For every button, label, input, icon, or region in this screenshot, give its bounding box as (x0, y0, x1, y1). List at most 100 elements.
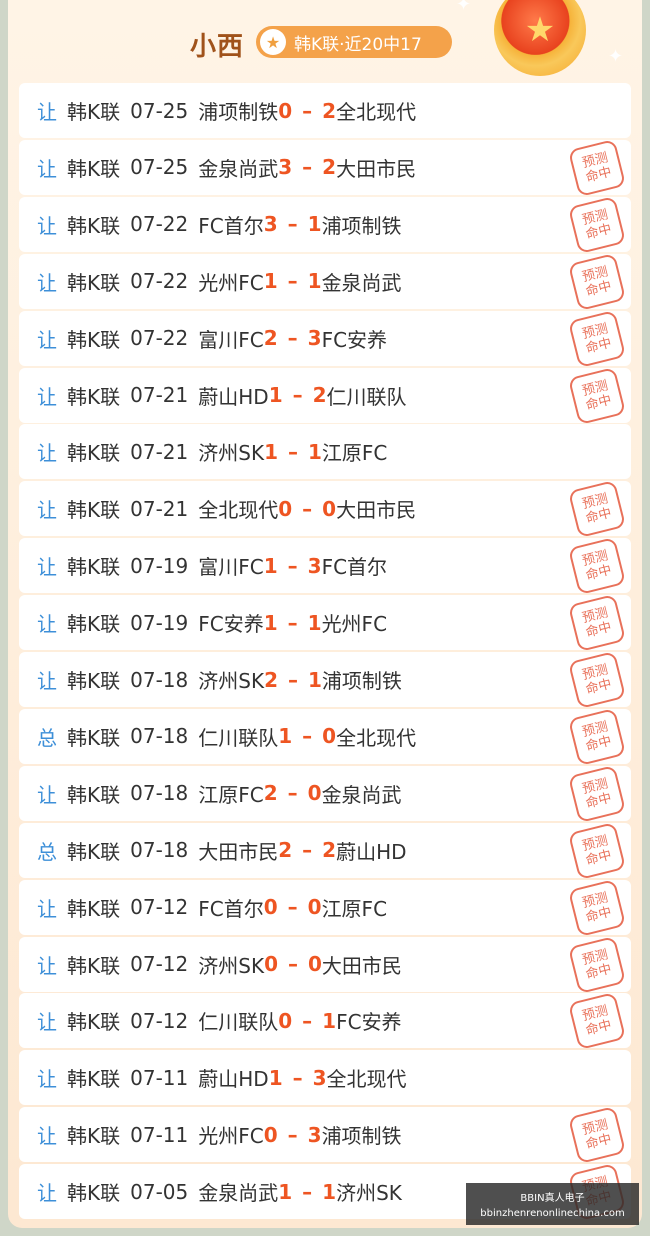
home-team: FC首尔 (198, 213, 264, 238)
match-date: 07-22 (130, 212, 189, 237)
league-name: 韩K联 (67, 612, 121, 637)
home-score: 1 (264, 439, 278, 464)
home-score: 1 (263, 610, 278, 635)
home-score: 1 (263, 269, 278, 294)
match-row[interactable]: 让韩K联 07-21 蔚山HD 1–2 仁川联队 预测 命中 (19, 366, 631, 425)
league-name: 韩K联 (67, 782, 121, 807)
home-team: 富川FC (198, 555, 264, 580)
score-separator: – (302, 496, 313, 521)
score-separator: – (287, 667, 298, 692)
hit-stamp: 预测命中 (567, 707, 627, 766)
hit-stamp: 预测命中 (567, 650, 627, 710)
score-separator: – (302, 155, 313, 180)
match-date: 07-21 (130, 439, 189, 464)
match-row[interactable]: 让韩K联 07-12 仁川联队 0–1 FC安养 预测 命中 (19, 992, 631, 1051)
home-team: 富川FC (198, 327, 264, 352)
match-row[interactable]: 让韩K联 07-18 江原FC 2–0 金泉尚武 预测 命中 (19, 764, 631, 823)
away-team: 江原FC (321, 896, 388, 921)
match-date: 07-21 (130, 496, 189, 521)
score-separator: – (287, 439, 298, 464)
match-row[interactable]: 让韩K联 07-11 蔚山HD 1–3 全北现代 (19, 1050, 631, 1106)
match-tag: 让 (37, 896, 57, 921)
home-score: 2 (263, 781, 278, 806)
home-score: 0 (278, 98, 293, 123)
match-date: 07-25 (130, 155, 189, 180)
league-name: 韩K联 (67, 1010, 121, 1035)
match-tag: 让 (37, 270, 57, 295)
match-date: 07-18 (130, 667, 189, 692)
match-row[interactable]: 让韩K联 07-25 金泉尚武 3–2 大田市民 预测 命中 (19, 138, 631, 197)
home-team: 浦项制铁 (198, 100, 279, 124)
league-name: 韩K联 (67, 953, 121, 978)
match-row[interactable]: 让韩K联 07-22 FC首尔 3–1 浦项制铁 预测 命中 (19, 195, 631, 254)
hit-stamp: 预测命中 (567, 1106, 627, 1165)
away-team: FC安养 (321, 327, 388, 352)
hit-stamp: 预测命中 (567, 480, 627, 539)
away-score: 0 (307, 952, 322, 976)
home-score: 0 (263, 1122, 278, 1147)
match-date: 07-25 (130, 98, 189, 123)
match-tag: 让 (37, 782, 57, 807)
score-separator: – (302, 98, 313, 123)
match-tag: 让 (37, 1181, 57, 1206)
away-score: 2 (322, 838, 337, 863)
away-team: 仁川联队 (326, 384, 407, 409)
match-row[interactable]: 让韩K联 07-21 全北现代 0–0 大田市民 预测 命中 (19, 480, 631, 539)
match-row[interactable]: 让韩K联 07-21 济州SK 1–1 江原FC (19, 424, 631, 480)
match-row[interactable]: 让韩K联 07-19 FC安养 1–1 光州FC 预测 命中 (19, 594, 631, 653)
match-date: 07-21 (130, 383, 189, 407)
match-tag: 让 (37, 441, 57, 466)
match-date: 07-22 (130, 269, 189, 294)
away-score: 1 (322, 1179, 337, 1204)
match-row[interactable]: 让韩K联 07-12 FC首尔 0–0 江原FC 预测 命中 (19, 878, 631, 937)
away-team: 金泉尚武 (321, 782, 402, 807)
medal-icon: ★ (494, 0, 586, 76)
score-separator: – (292, 383, 303, 407)
match-date: 07-18 (130, 781, 189, 806)
away-score: 2 (322, 155, 337, 180)
league-name: 韩K联 (67, 725, 121, 750)
match-row[interactable]: 让韩K联 07-18 济州SK 2–1 浦项制铁 预测 命中 (19, 650, 631, 710)
score-separator: – (287, 212, 298, 237)
away-team: 蔚山HD (336, 839, 407, 864)
score-separator: – (287, 781, 298, 806)
away-team: 全北现代 (336, 725, 417, 750)
away-score: 2 (322, 98, 337, 123)
home-team: FC首尔 (198, 896, 264, 921)
match-row[interactable]: 让韩K联 07-12 济州SK 0–0 大田市民 预测 命中 (19, 935, 631, 994)
league-name: 韩K联 (67, 1067, 121, 1092)
panel-header: 小西 ★ 韩K联·近20中17 ★ ✦ ✦ (8, 0, 642, 82)
league-name: 韩K联 (67, 1181, 121, 1206)
away-score: 0 (322, 496, 337, 521)
away-team: FC首尔 (321, 555, 388, 580)
league-name: 韩K联 (67, 156, 121, 181)
league-name: 韩K联 (67, 896, 121, 921)
league-name: 韩K联 (67, 327, 121, 352)
home-score: 0 (278, 496, 293, 521)
home-score: 2 (263, 326, 278, 351)
away-team: 全北现代 (326, 1067, 407, 1092)
match-row[interactable]: 让韩K联 07-22 光州FC 1–1 金泉尚武 预测 命中 (19, 252, 631, 311)
hit-stamp: 预测命中 (567, 878, 627, 937)
match-row[interactable]: 总韩K联 07-18 大田市民 2–2 蔚山HD 预测 命中 (19, 821, 631, 880)
match-tag: 让 (37, 1010, 57, 1035)
match-row[interactable]: 让韩K联 07-22 富川FC 2–3 FC安养 预测 命中 (19, 309, 631, 368)
away-score: 0 (307, 781, 322, 806)
match-date: 07-11 (130, 1122, 189, 1147)
match-date: 07-19 (130, 553, 189, 578)
match-tag: 让 (37, 213, 57, 238)
match-tag: 让 (37, 156, 57, 181)
match-row[interactable]: 总韩K联 07-18 仁川联队 1–0 全北现代 预测 命中 (19, 707, 631, 766)
hit-stamp: 预测命中 (567, 935, 627, 994)
match-date: 07-05 (130, 1179, 189, 1204)
score-separator: – (302, 1008, 313, 1033)
home-score: 0 (278, 1008, 293, 1033)
match-row[interactable]: 让韩K联 07-11 光州FC 0–3 浦项制铁 预测 命中 (19, 1106, 631, 1165)
sparkle-icon: ✦ (456, 0, 472, 15)
away-score: 1 (307, 439, 322, 464)
hit-stamp: 预测命中 (567, 309, 627, 368)
score-separator: – (287, 553, 298, 578)
match-row[interactable]: 让韩K联 07-25 浦项制铁 0–2 全北现代 (19, 83, 631, 138)
match-row[interactable]: 让韩K联 07-19 富川FC 1–3 FC首尔 预测 命中 (19, 537, 631, 596)
match-date: 07-18 (130, 724, 189, 749)
